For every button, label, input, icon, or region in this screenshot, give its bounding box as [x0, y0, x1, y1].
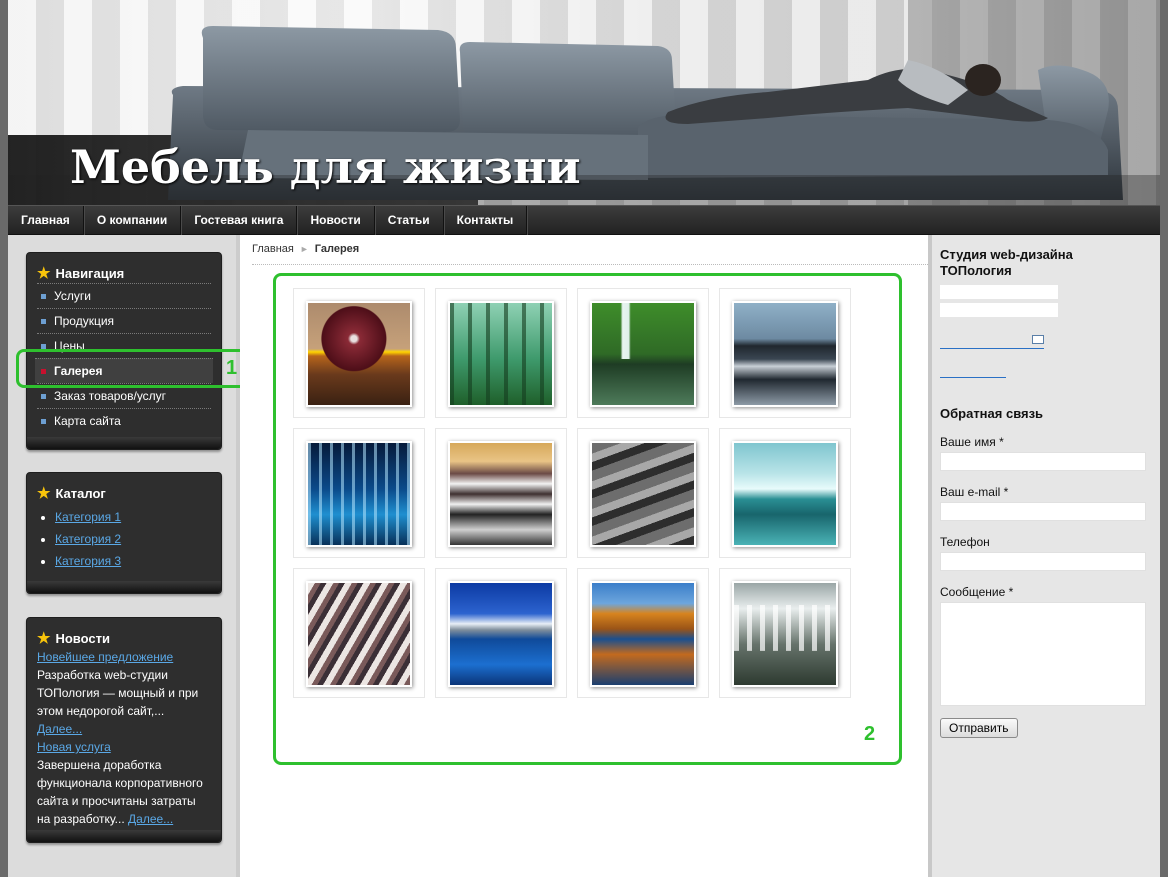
catalog-link-3[interactable]: Категория 3 — [55, 554, 121, 568]
news-headline-link[interactable]: Новая услуга — [37, 740, 111, 754]
phone-label: Телефон — [940, 535, 990, 549]
catalog-item: Категория 3 — [55, 551, 221, 573]
topnav-guestbook[interactable]: Гостевая книга — [181, 206, 298, 235]
header-banner: Мебель для жизни — [8, 0, 1160, 205]
submit-button[interactable]: Отправить — [940, 718, 1018, 738]
news-list: Новейшее предложение Разработка web-студ… — [27, 648, 221, 828]
news-text-content: Разработка web-студии ТОПология — мощный… — [37, 668, 199, 718]
site-title: Мебель для жизни — [70, 140, 581, 194]
bullet-icon — [41, 293, 46, 299]
news-title-row: ★ Новости — [27, 618, 221, 648]
star-icon: ★ — [37, 630, 51, 647]
feedback-title: Обратная связь — [940, 406, 1044, 421]
highlight-label-2: 2 — [864, 723, 876, 745]
topnav-home[interactable]: Главная — [8, 206, 84, 235]
bullet-icon — [41, 393, 46, 399]
box-footer — [27, 581, 221, 593]
news-headline-link[interactable]: Новейшее предложение — [37, 650, 173, 664]
star-icon: ★ — [37, 485, 51, 502]
breadcrumb-separator-icon: ► — [299, 244, 309, 254]
name-field[interactable] — [940, 452, 1146, 471]
topnav-news[interactable]: Новости — [297, 206, 375, 235]
catalog-item: Категория 1 — [55, 507, 221, 529]
box-footer — [27, 830, 221, 842]
catalog-link-2[interactable]: Категория 2 — [55, 532, 121, 546]
phone-field[interactable] — [940, 552, 1146, 571]
box-footer — [27, 437, 221, 449]
envelope-icon — [1032, 335, 1044, 344]
bullet-icon — [41, 418, 46, 424]
phone-1-redacted — [940, 285, 1058, 299]
nav-item-label: Заказ товаров/услуг — [54, 389, 167, 403]
nav-item-label: Карта сайта — [54, 414, 121, 428]
website-link-redacted[interactable] — [940, 366, 1006, 378]
nav-item-label: Услуги — [54, 289, 91, 303]
name-label: Ваше имя * — [940, 435, 1004, 449]
navigation-title-row: ★ Навигация — [27, 253, 221, 283]
message-field[interactable] — [940, 602, 1146, 706]
star-icon: ★ — [37, 265, 51, 282]
email-field[interactable] — [940, 502, 1146, 521]
nav-item-products[interactable]: Продукция — [37, 308, 211, 333]
news-text-content: Завершена доработка функционала корпорат… — [37, 758, 203, 826]
topnav-about[interactable]: О компании — [84, 206, 182, 235]
news-text: Завершена доработка функционала корпорат… — [37, 756, 211, 828]
bullet-icon — [41, 318, 46, 324]
news-more-link[interactable]: Далее... — [128, 812, 173, 826]
highlight-box-1 — [16, 349, 248, 388]
news-text: Разработка web-студии ТОПология — мощный… — [37, 666, 211, 720]
highlight-box-2 — [273, 273, 902, 765]
right-sidebar: Студия web-дизайна ТОПология Обратная св… — [932, 235, 1160, 877]
top-nav: Главная О компании Гостевая книга Новост… — [8, 205, 1160, 235]
highlight-label-1: 1 — [226, 357, 238, 379]
catalog-box: ★ Каталог Категория 1 Категория 2 Катего… — [26, 472, 222, 594]
catalog-link-1[interactable]: Категория 1 — [55, 510, 121, 524]
message-label: Сообщение * — [940, 585, 1014, 599]
navigation-title: Навигация — [55, 265, 125, 281]
breadcrumb: Главная ► Галерея — [252, 243, 928, 265]
nav-item-label: Продукция — [54, 314, 115, 328]
catalog-list: Категория 1 Категория 2 Категория 3 — [55, 507, 221, 573]
breadcrumb-home[interactable]: Главная — [252, 243, 294, 255]
catalog-title: Каталог — [55, 485, 106, 501]
catalog-title-row: ★ Каталог — [27, 473, 221, 503]
breadcrumb-current: Галерея — [314, 243, 360, 255]
studio-name: Студия web-дизайна ТОПология — [940, 247, 1073, 278]
topnav-contacts[interactable]: Контакты — [444, 206, 528, 235]
nav-item-sitemap[interactable]: Карта сайта — [37, 408, 211, 433]
email-link-redacted[interactable] — [940, 335, 1044, 349]
phone-2-redacted — [940, 303, 1058, 317]
email-label: Ваш e-mail * — [940, 485, 1009, 499]
catalog-item: Категория 2 — [55, 529, 221, 551]
news-box: ★ Новости Новейшее предложение Разработк… — [26, 617, 222, 843]
news-title: Новости — [55, 630, 110, 646]
news-more-link[interactable]: Далее... — [37, 722, 82, 736]
nav-item-services[interactable]: Услуги — [37, 283, 211, 308]
topnav-articles[interactable]: Статьи — [375, 206, 444, 235]
browser-page: Мебель для жизни Главная О компании Гост… — [8, 0, 1160, 877]
bullet-icon — [41, 343, 46, 349]
